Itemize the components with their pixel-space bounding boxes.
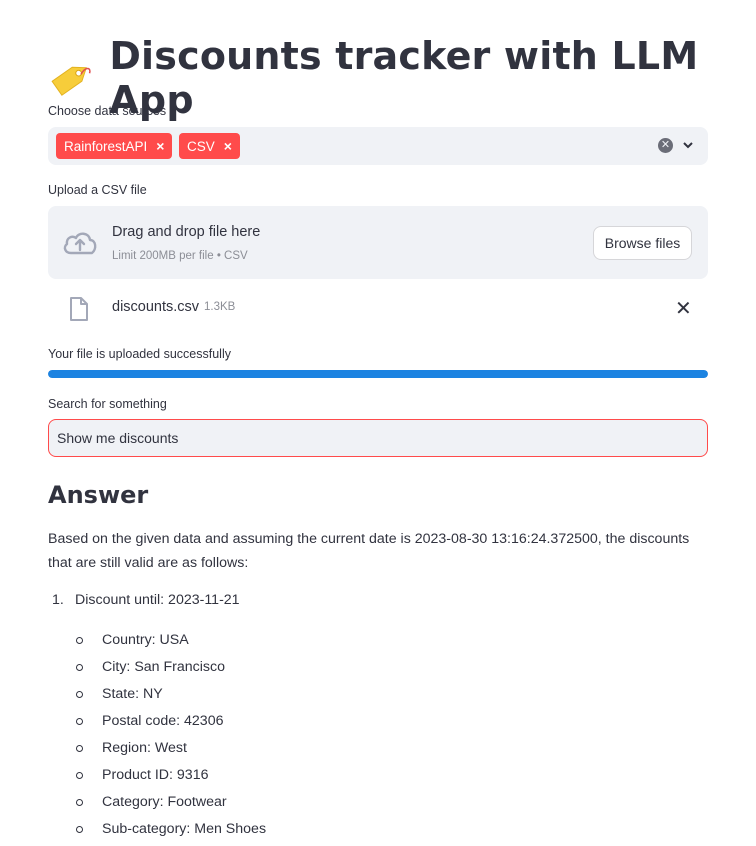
chip-remove-icon[interactable]: × — [224, 138, 232, 154]
detail-text: Product ID: 9316 — [102, 767, 209, 783]
detail-text: City: San Francisco — [102, 659, 225, 675]
search-input[interactable] — [48, 419, 708, 457]
bullet-icon — [76, 718, 83, 725]
detail-text: Category: Footwear — [102, 794, 227, 810]
file-dropzone[interactable]: Drag and drop file here Limit 200MB per … — [48, 206, 708, 279]
answer-intro: Based on the given data and assuming the… — [48, 531, 690, 571]
detail-text: Sub-category: Men Shoes — [102, 821, 267, 837]
browse-files-button[interactable]: Browse files — [593, 226, 692, 260]
bullet-icon — [76, 745, 83, 752]
bullet-icon — [76, 799, 83, 806]
detail-item: State: NY — [74, 683, 266, 710]
detail-item: Product ID: 9316 — [74, 764, 266, 791]
chip-csv: CSV × — [179, 133, 240, 159]
discount-details-list: Country: USA City: San Francisco State: … — [74, 629, 266, 845]
detail-text: Country: USA — [102, 632, 189, 648]
chip-label: CSV — [187, 138, 215, 154]
chip-label: RainforestAPI — [64, 138, 148, 154]
bullet-icon — [76, 637, 83, 644]
upload-label: Upload a CSV file — [48, 183, 147, 197]
clear-all-icon[interactable]: ✕ — [658, 138, 673, 153]
data-sources-label: Choose data sources — [48, 104, 167, 118]
detail-item: Sub-category: Men Shoes — [74, 818, 266, 845]
data-sources-multiselect[interactable]: RainforestAPI × CSV × ✕ — [48, 127, 708, 165]
list-item: 1. Discount until: 2023-11-21 — [52, 592, 240, 608]
list-item-number: 1. — [52, 592, 64, 608]
chevron-down-icon[interactable] — [682, 139, 694, 151]
upload-progress-fill — [48, 370, 708, 378]
dropzone-limit: Limit 200MB per file • CSV — [112, 250, 248, 262]
detail-text: Region: West — [102, 740, 187, 756]
answer-heading: Answer — [48, 481, 149, 509]
bullet-icon — [76, 691, 83, 698]
bullet-icon — [76, 772, 83, 779]
detail-item: Region: West — [74, 737, 266, 764]
page-title: Discounts tracker with LLM App — [109, 34, 699, 122]
detail-item: Country: USA — [74, 629, 266, 656]
bullet-icon — [76, 664, 83, 671]
detail-text: Postal code: 42306 — [102, 713, 224, 729]
uploaded-file-name: discounts.csv — [112, 299, 200, 315]
list-item-text: Discount until: 2023-11-21 — [75, 592, 240, 608]
uploaded-file-size: 1.3KB — [204, 301, 236, 313]
detail-text: State: NY — [102, 686, 163, 702]
cloud-upload-icon — [63, 232, 97, 255]
dropzone-title: Drag and drop file here — [112, 224, 261, 240]
detail-item: Category: Footwear — [74, 791, 266, 818]
remove-file-icon[interactable]: ✕ — [675, 299, 692, 319]
bullet-icon — [76, 826, 83, 833]
chip-rainforestapi: RainforestAPI × — [56, 133, 173, 159]
chip-remove-icon[interactable]: × — [156, 138, 164, 154]
detail-item: Postal code: 42306 — [74, 710, 266, 737]
upload-progress-bar — [48, 370, 708, 378]
file-icon — [70, 297, 88, 321]
detail-item: City: San Francisco — [74, 656, 266, 683]
upload-status-text: Your file is uploaded successfully — [48, 347, 231, 361]
price-tag-icon — [51, 66, 91, 96]
search-label: Search for something — [48, 397, 167, 411]
